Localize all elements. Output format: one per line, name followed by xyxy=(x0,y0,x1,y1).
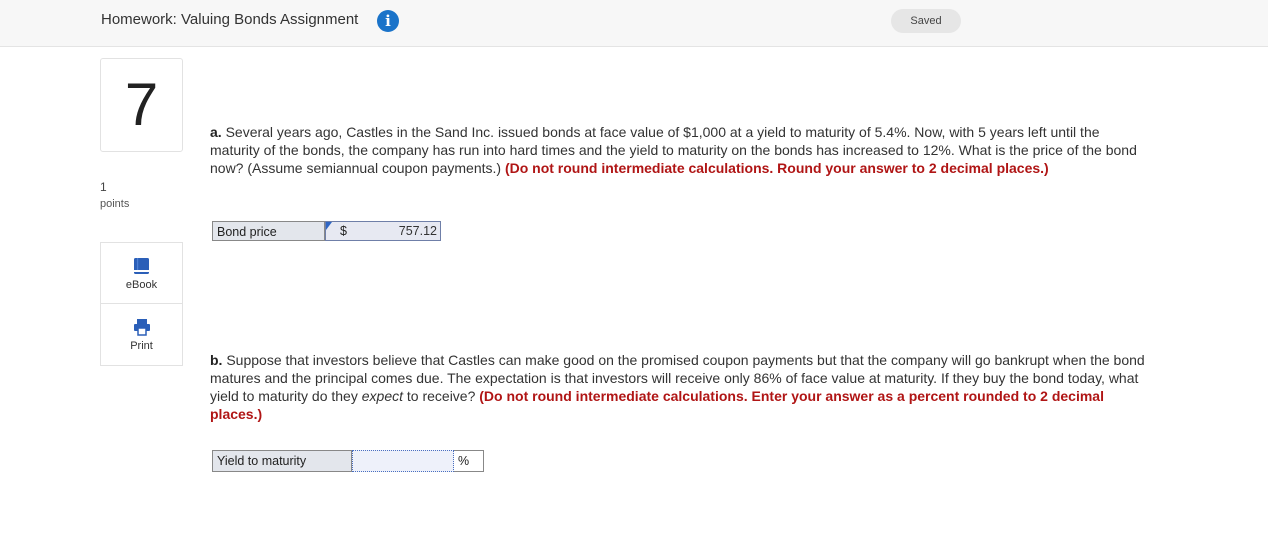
part-a-instruction: (Do not round intermediate calculations.… xyxy=(504,160,1049,176)
part-a-prefix: a. xyxy=(210,124,222,140)
yield-to-maturity-input[interactable] xyxy=(352,450,454,472)
points-label: points xyxy=(100,198,130,210)
ebook-label: eBook xyxy=(125,279,158,291)
question-tools-panel: eBook Print xyxy=(100,242,183,366)
ebook-button[interactable]: eBook xyxy=(101,243,182,304)
assignment-title: Homework: Valuing Bonds Assignment xyxy=(101,11,359,28)
question-part-b: b. Suppose that investors believe that C… xyxy=(210,351,1150,423)
info-icon[interactable]: i xyxy=(377,10,399,32)
part-b-emphasis: expect xyxy=(361,388,403,404)
bond-price-label: Bond price xyxy=(212,221,325,241)
percent-unit: % xyxy=(454,450,484,472)
yield-to-maturity-label: Yield to maturity xyxy=(212,450,352,472)
print-button[interactable]: Print xyxy=(101,304,182,364)
bond-price-value: 757.12 xyxy=(398,224,437,238)
book-icon xyxy=(134,258,149,274)
printer-icon xyxy=(134,319,150,336)
saved-status-badge: Saved xyxy=(891,9,961,33)
currency-symbol: $ xyxy=(340,224,347,238)
part-b-prefix: b. xyxy=(210,352,223,368)
question-part-a: a. Several years ago, Castles in the San… xyxy=(210,123,1150,177)
print-label: Print xyxy=(130,340,153,352)
bond-price-input[interactable]: $ 757.12 xyxy=(325,221,441,241)
header-bar: Homework: Valuing Bonds Assignment i Sav… xyxy=(0,0,1268,47)
part-b-text-2: to receive? xyxy=(403,388,480,404)
flag-icon xyxy=(326,222,332,230)
points-value: 1 xyxy=(100,180,107,194)
question-number: 7 xyxy=(100,58,183,152)
